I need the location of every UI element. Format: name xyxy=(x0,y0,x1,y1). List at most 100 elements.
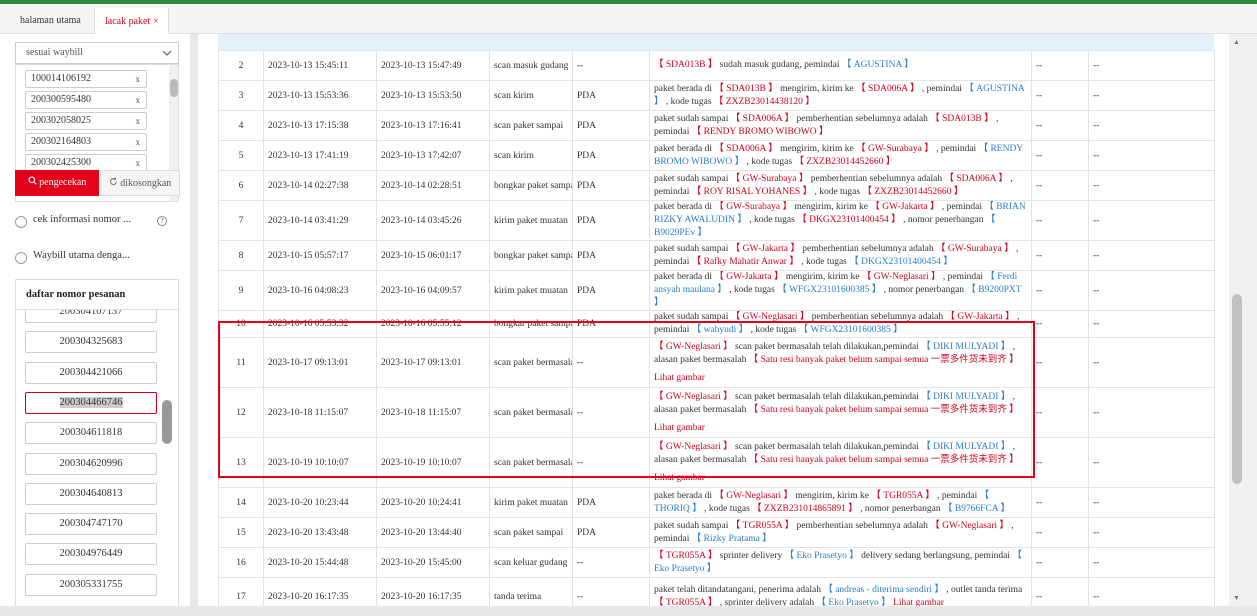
table-row: 16 2023-10-20 15:44:48 2023-10-20 15:45:00… xyxy=(218,547,1215,578)
order-number: 200304421066 xyxy=(59,366,123,378)
order-item[interactable]: 200304620996 xyxy=(25,452,157,475)
view-image-link[interactable]: Lihat gambar xyxy=(654,472,1027,485)
splitter[interactable] xyxy=(190,34,198,616)
table-row: 10 2023-10-16 05:53:32 2023-10-16 05:55:12… xyxy=(218,310,1215,338)
scan-description: paket sudah sampai 【 TGR055A 】 pemberhen… xyxy=(649,517,1032,548)
scan-time: 2023-10-13 17:41:19 xyxy=(263,140,377,171)
order-scrollbar[interactable] xyxy=(162,400,172,450)
order-item[interactable]: 200304466746 xyxy=(25,391,157,414)
desc-segment: 【 Rizky Pratama 】 xyxy=(691,533,772,544)
scan-type: scan kirim xyxy=(489,140,573,171)
remove-icon[interactable]: x xyxy=(136,134,141,150)
radio-info-option[interactable] xyxy=(15,216,27,228)
waybill-scroll-thumb[interactable] xyxy=(170,79,178,97)
scan-source: -- xyxy=(572,337,650,388)
order-item[interactable]: 200304640813 xyxy=(25,482,157,505)
table-row: 2 2023-10-13 15:45:11 2023-10-13 15:47:49 s… xyxy=(218,50,1215,81)
desc-segment: paket sudah sampai xyxy=(654,520,729,531)
desc-segment: , pemindai xyxy=(921,83,962,94)
remove-icon[interactable]: x xyxy=(136,155,141,171)
desc-segment: 【 ZXZB23014452660 】 xyxy=(794,156,896,167)
desc-segment: paket sudah sampai xyxy=(654,173,729,184)
waybill-entry[interactable]: 100014106192 x xyxy=(25,70,147,88)
waybill-number: 200302164803 xyxy=(31,136,91,147)
scan-time: 2023-10-14 02:27:38 xyxy=(263,170,377,201)
order-item[interactable]: 200304421066 xyxy=(25,361,157,384)
extra-col-2: -- xyxy=(1088,387,1215,438)
extra-col-1: -- xyxy=(1031,80,1089,111)
upload-time: 2023-10-13 15:53:50 xyxy=(376,80,490,111)
row-number: 16 xyxy=(218,547,264,578)
tracking-table: 2 2023-10-13 15:45:11 2023-10-13 15:47:49 s… xyxy=(218,50,1215,616)
desc-segment: 【 TGR055A 】 xyxy=(654,550,718,561)
desc-segment: paket berada di xyxy=(654,143,713,154)
scan-source: PDA xyxy=(572,80,650,111)
waybill-number: 200302058025 xyxy=(31,115,91,126)
order-item[interactable]: 200305331755 xyxy=(25,573,157,596)
order-item[interactable]: 200304976449 xyxy=(25,543,157,566)
desc-segment: 【 GW-Neglasari 】 xyxy=(730,312,810,322)
view-image-link[interactable]: Lihat gambar xyxy=(654,422,1027,435)
close-icon[interactable]: × xyxy=(153,16,158,26)
table-row: 6 2023-10-14 02:27:38 2023-10-14 02:28:51 b… xyxy=(218,170,1215,201)
tab-home-label: halaman utama xyxy=(20,15,81,26)
scan-type: scan paket bermasalah xyxy=(489,337,573,388)
desc-segment: 【 andreas - diterima sendiri 】 xyxy=(823,584,944,595)
desc-segment: , nomor penerbangan xyxy=(860,503,941,514)
tab-track-package[interactable]: lacak paket × xyxy=(94,8,170,34)
order-item[interactable]: 200304107137 xyxy=(25,310,157,323)
row-number: 10 xyxy=(218,310,264,338)
scroll-down-icon[interactable]: ▼ xyxy=(1233,594,1240,602)
desc-segment: pemberhentian sebelumnya adalah xyxy=(796,113,928,124)
desc-segment: scan paket bermasalah telah dilakukan,pe… xyxy=(735,341,919,352)
desc-segment: 【 SDA013B 】 xyxy=(714,83,778,94)
scan-type: kirim paket muatan xyxy=(489,200,573,241)
order-item[interactable]: 200304611818 xyxy=(25,422,157,445)
scan-time: 2023-10-15 05:57:17 xyxy=(263,240,377,271)
remove-icon[interactable]: x xyxy=(136,71,141,87)
extra-col-1: -- xyxy=(1031,310,1089,338)
search-mode-value: sesuai waybill xyxy=(26,47,83,58)
desc-segment: , nomor penerbangan xyxy=(903,215,984,225)
table-row: 4 2023-10-13 17:15:38 2023-10-13 17:16:41 s… xyxy=(218,110,1215,141)
extra-col-1: -- xyxy=(1031,200,1089,241)
desc-segment: 【 GW-Neglasari 】 xyxy=(654,391,733,402)
desc-segment: , kode tugas xyxy=(814,186,861,197)
scan-time: 2023-10-20 15:44:48 xyxy=(263,547,377,578)
desc-segment: 【 ZXZB23014452660 】 xyxy=(862,186,964,197)
waybill-entry[interactable]: 200302164803 x xyxy=(25,133,147,151)
main-scroll-thumb[interactable] xyxy=(1232,294,1242,484)
extra-col-1: -- xyxy=(1031,437,1089,488)
desc-segment: 【 GW-Neglasari 】 xyxy=(930,520,1009,531)
check-button[interactable]: pengecekan xyxy=(15,170,99,196)
help-icon[interactable]: ? xyxy=(157,216,167,226)
desc-segment: , pemindai xyxy=(942,272,984,282)
order-item[interactable]: 200304747170 xyxy=(25,513,157,536)
radio-main-waybill-option[interactable] xyxy=(15,252,27,264)
extra-col-2: -- xyxy=(1088,170,1215,201)
order-list: 200304107137 200304325683 200304421066 2003… xyxy=(15,309,179,616)
remove-icon[interactable]: x xyxy=(136,92,141,108)
scan-source: PDA xyxy=(572,140,650,171)
desc-segment: 【 Rafky Mahatir Anwar 】 xyxy=(691,256,799,267)
scan-time: 2023-10-20 13:43:48 xyxy=(263,517,377,548)
table-row: 12 2023-10-18 11:15:07 2023-10-18 11:15:07… xyxy=(218,387,1215,438)
waybill-entry[interactable]: 200302058025 x xyxy=(25,112,147,130)
tab-home[interactable]: halaman utama xyxy=(10,8,91,34)
view-image-link[interactable]: Lihat gambar xyxy=(654,372,1027,385)
remove-icon[interactable]: x xyxy=(136,113,141,129)
clear-button[interactable]: dikosongkan xyxy=(100,170,180,196)
order-scroll-thumb[interactable] xyxy=(162,400,172,444)
desc-segment: 【 GW-Neglasari 】 xyxy=(654,341,733,352)
row-number: 13 xyxy=(218,437,264,488)
waybill-entry[interactable]: 200300595480 x xyxy=(25,91,147,109)
scan-type: bongkar paket sampai xyxy=(489,240,573,271)
main-scrollbar[interactable]: ▲ ▼ xyxy=(1229,34,1245,606)
scan-time: 2023-10-17 09:13:01 xyxy=(263,337,377,388)
search-mode-select[interactable]: sesuai waybill xyxy=(15,42,179,64)
extra-col-2: -- xyxy=(1088,270,1215,311)
order-item[interactable]: 200304325683 xyxy=(25,331,157,354)
scroll-up-icon[interactable]: ▲ xyxy=(1233,38,1240,46)
desc-segment: mengirim, kirim ke xyxy=(794,202,868,212)
scan-type: scan paket bermasalah xyxy=(489,437,573,488)
